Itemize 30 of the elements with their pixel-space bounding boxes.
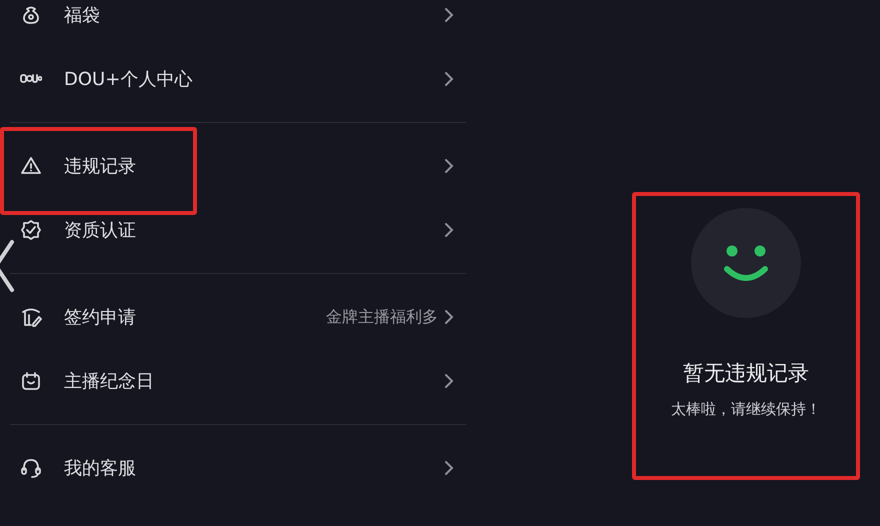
menu-label: 资质认证	[64, 218, 136, 242]
chevron-right-icon	[444, 158, 454, 174]
chevron-right-icon	[444, 460, 454, 476]
menu-label: 签约申请	[64, 306, 136, 330]
headset-icon	[20, 457, 42, 479]
calendar-icon	[20, 370, 42, 392]
menu-item[interactable]: 签约申请 金牌主播福利多	[0, 285, 466, 349]
chevron-right-icon	[444, 222, 454, 238]
menu-label: 我的客服	[64, 456, 136, 480]
menu-item[interactable]: DOU+个人中心	[0, 47, 466, 111]
bag-icon	[20, 4, 42, 26]
menu-item[interactable]: 资质认证	[0, 198, 466, 262]
chevron-right-icon	[444, 7, 454, 23]
pen-paper-icon	[20, 306, 42, 328]
empty-title: 暂无违规记录	[683, 360, 809, 387]
menu-item[interactable]: 违规记录	[0, 134, 466, 198]
menu-item[interactable]: 福袋	[0, 0, 466, 47]
menu-label: 主播纪念日	[64, 370, 154, 394]
menu-item[interactable]: 我的客服	[0, 436, 466, 500]
chevron-right-icon	[444, 71, 454, 87]
menu-label: 福袋	[64, 4, 100, 28]
menu-hint: 金牌主播福利多	[326, 306, 438, 328]
empty-message: 太棒啦，请继续保持！	[671, 398, 821, 420]
chevron-right-icon	[444, 373, 454, 389]
warning-icon	[20, 155, 42, 177]
menu-item[interactable]: 主播纪念日	[0, 349, 466, 413]
menu-label: 违规记录	[64, 154, 136, 178]
chevron-right-icon	[444, 309, 454, 325]
badge-check-icon	[20, 219, 42, 241]
menu-label: DOU+个人中心	[64, 68, 192, 92]
